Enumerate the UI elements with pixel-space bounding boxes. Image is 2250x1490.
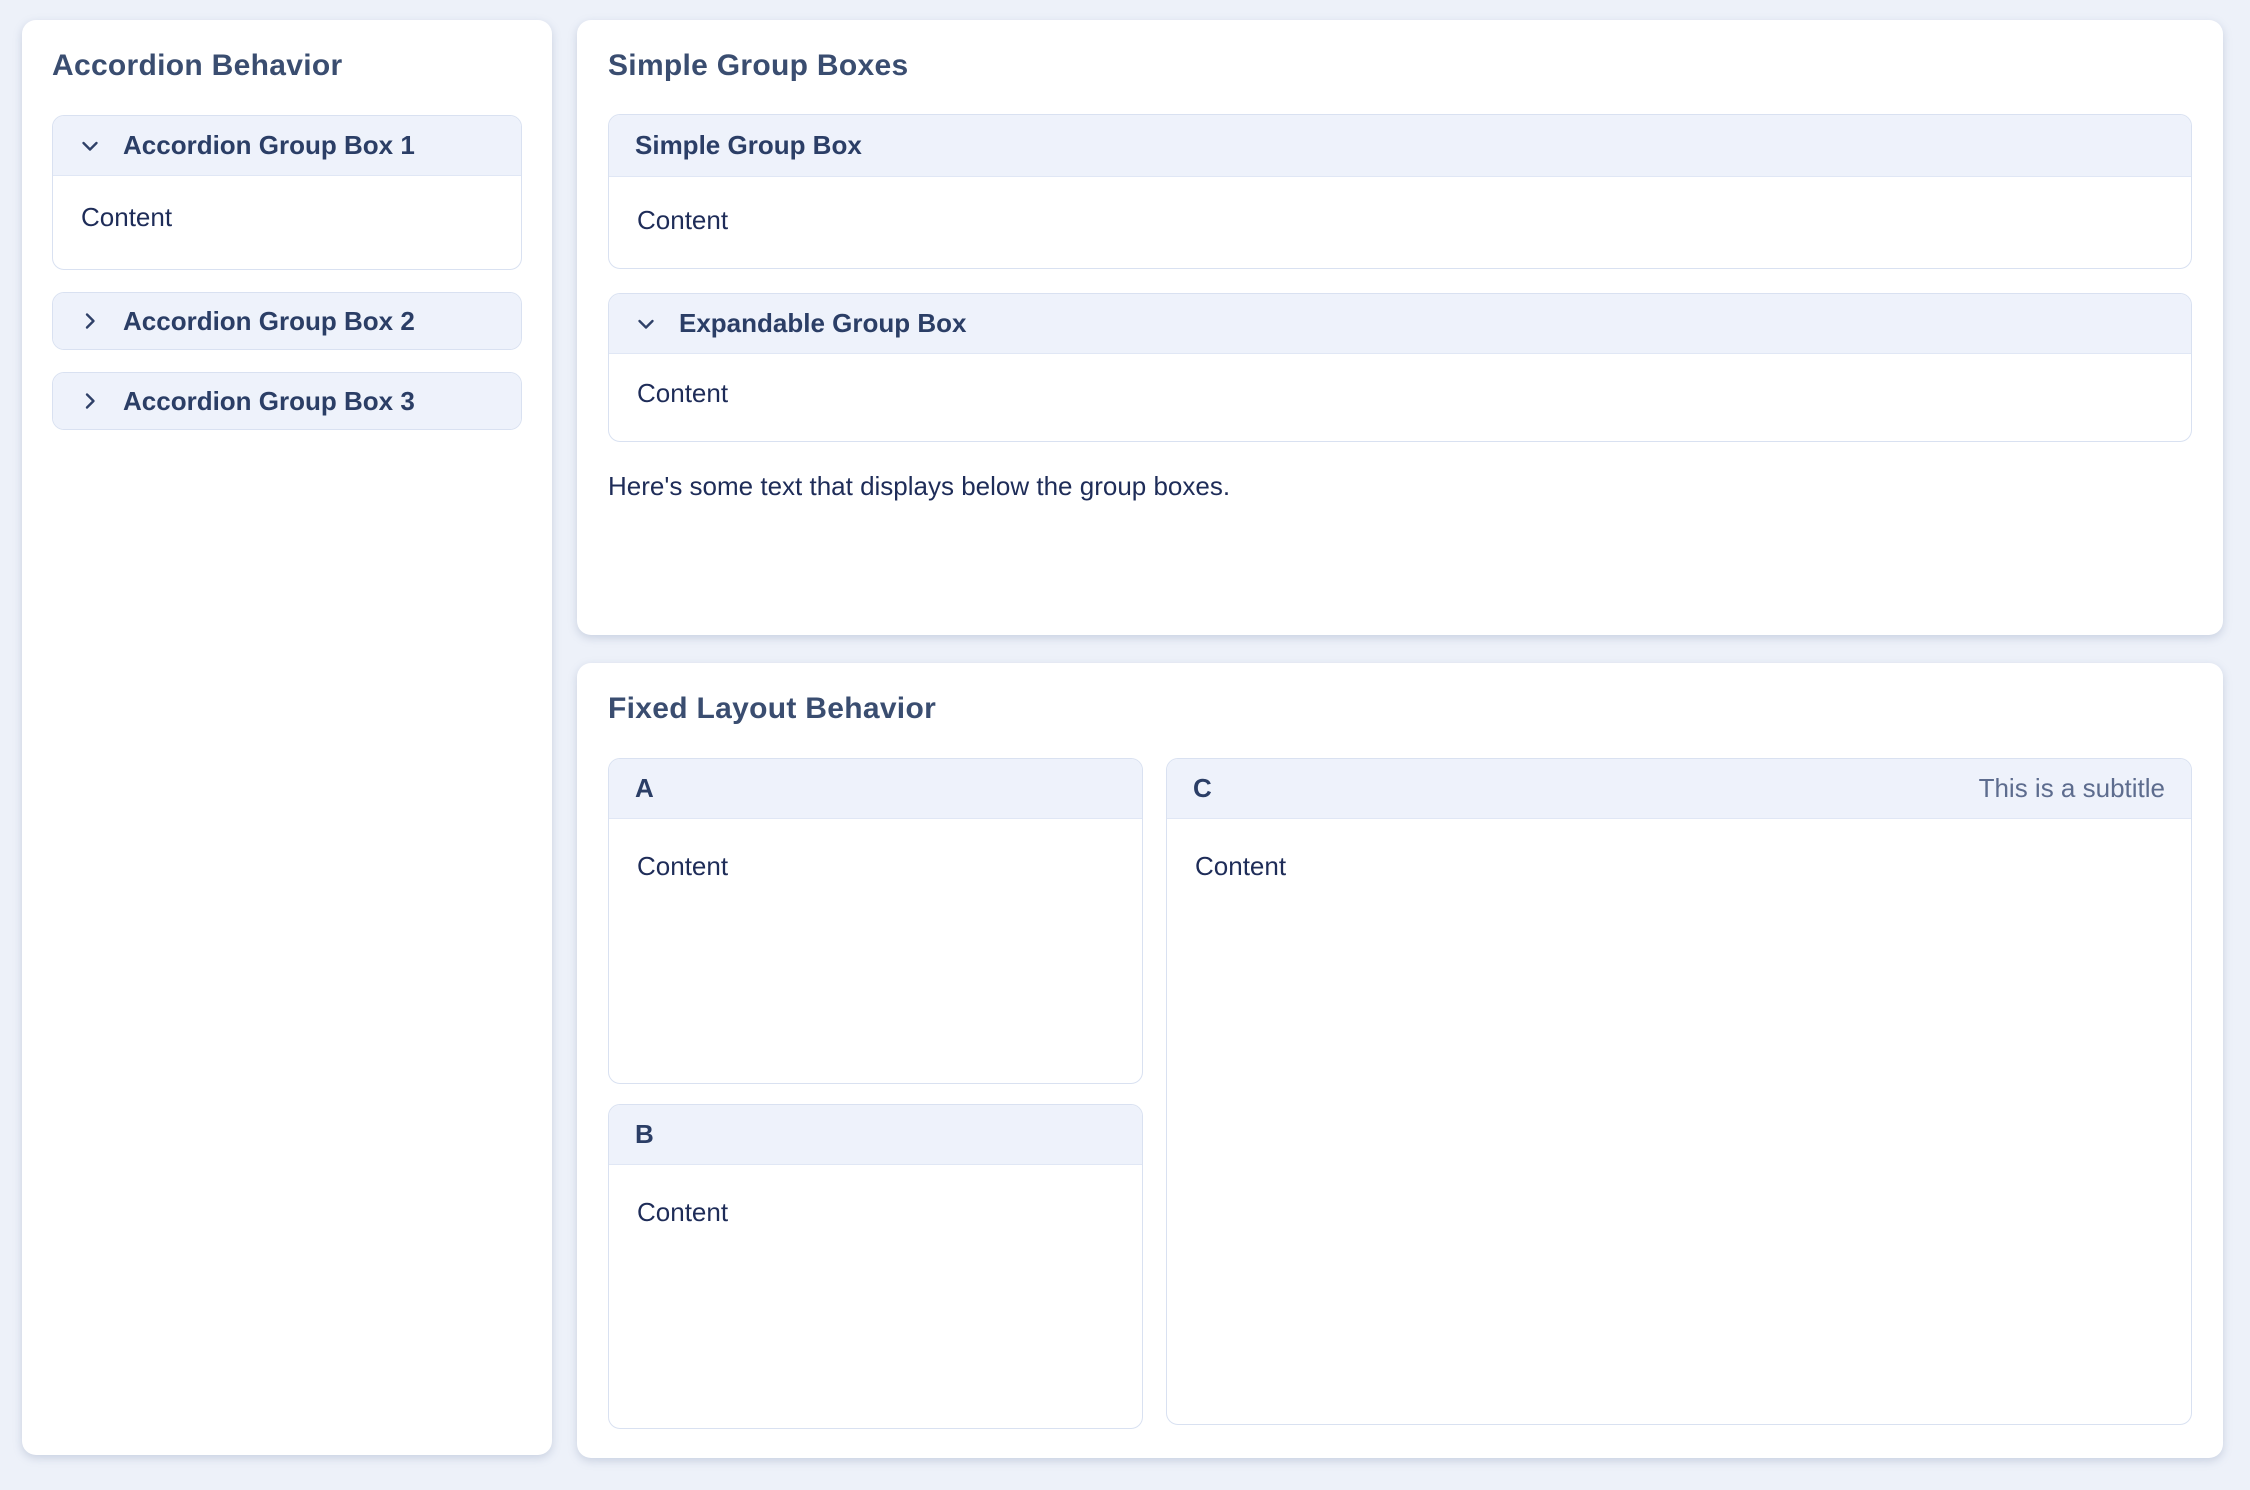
chevron-right-icon	[79, 390, 101, 412]
expandable-group-box: Expandable Group Box Content	[608, 293, 2192, 442]
group-box-a-header: A	[609, 759, 1142, 819]
simple-group-box-header: Simple Group Box	[609, 115, 2191, 177]
simple-group-box-content: Content	[609, 177, 2191, 268]
page: Accordion Behavior Accordion Group Box 1…	[0, 0, 2250, 1490]
simple-group-boxes-panel: Simple Group Boxes Simple Group Box Cont…	[577, 20, 2223, 635]
expandable-group-box-header[interactable]: Expandable Group Box	[609, 294, 2191, 354]
accordion-group-box-1-content: Content	[53, 176, 521, 269]
fixed-layout-behavior-panel: Fixed Layout Behavior A Content B Conten…	[577, 663, 2223, 1458]
simple-group-box: Simple Group Box Content	[608, 114, 2192, 269]
simple-group-box-label: Simple Group Box	[635, 130, 862, 161]
group-box-a-content: Content	[609, 819, 1142, 1083]
below-boxes-text: Here's some text that displays below the…	[608, 471, 2192, 502]
group-box-b-content: Content	[609, 1165, 1142, 1428]
chevron-right-icon	[79, 310, 101, 332]
expandable-group-box-content: Content	[609, 354, 2191, 441]
fixed-layout-left-column: A Content B Content	[608, 758, 1143, 1429]
accordion-group-box-3-label: Accordion Group Box 3	[123, 386, 415, 417]
group-box-b-label: B	[635, 1119, 654, 1150]
group-box-a: A Content	[608, 758, 1143, 1084]
fixed-panel-title: Fixed Layout Behavior	[608, 689, 2192, 729]
group-box-c-label: C	[1193, 773, 1212, 804]
group-box-c-content: Content	[1167, 819, 2191, 1424]
accordion-group-box-2-header[interactable]: Accordion Group Box 2	[53, 293, 521, 349]
accordion-group-box-2-label: Accordion Group Box 2	[123, 306, 415, 337]
group-box-a-label: A	[635, 773, 654, 804]
fixed-layout-right-column: C This is a subtitle Content	[1166, 758, 2192, 1429]
accordion-panel-title: Accordion Behavior	[52, 46, 522, 86]
group-box-c-header: C This is a subtitle	[1167, 759, 2191, 819]
accordion-group-box-1-header[interactable]: Accordion Group Box 1	[53, 116, 521, 176]
chevron-down-icon	[79, 135, 101, 157]
accordion-group-box-1-label: Accordion Group Box 1	[123, 130, 415, 161]
group-box-c: C This is a subtitle Content	[1166, 758, 2192, 1425]
accordion-behavior-panel: Accordion Behavior Accordion Group Box 1…	[22, 20, 552, 1455]
accordion-group-box-1: Accordion Group Box 1 Content	[52, 115, 522, 270]
chevron-down-icon	[635, 313, 657, 335]
group-box-b: B Content	[608, 1104, 1143, 1429]
accordion-group-box-3-header[interactable]: Accordion Group Box 3	[53, 373, 521, 429]
expandable-group-box-label: Expandable Group Box	[679, 308, 967, 339]
fixed-layout-grid: A Content B Content C This is a subtitle	[608, 758, 2192, 1429]
accordion-group-box-3: Accordion Group Box 3	[52, 372, 522, 430]
simple-panel-title: Simple Group Boxes	[608, 46, 2192, 86]
accordion-group-box-2: Accordion Group Box 2	[52, 292, 522, 350]
group-box-c-subtitle: This is a subtitle	[1979, 773, 2165, 804]
group-box-b-header: B	[609, 1105, 1142, 1165]
